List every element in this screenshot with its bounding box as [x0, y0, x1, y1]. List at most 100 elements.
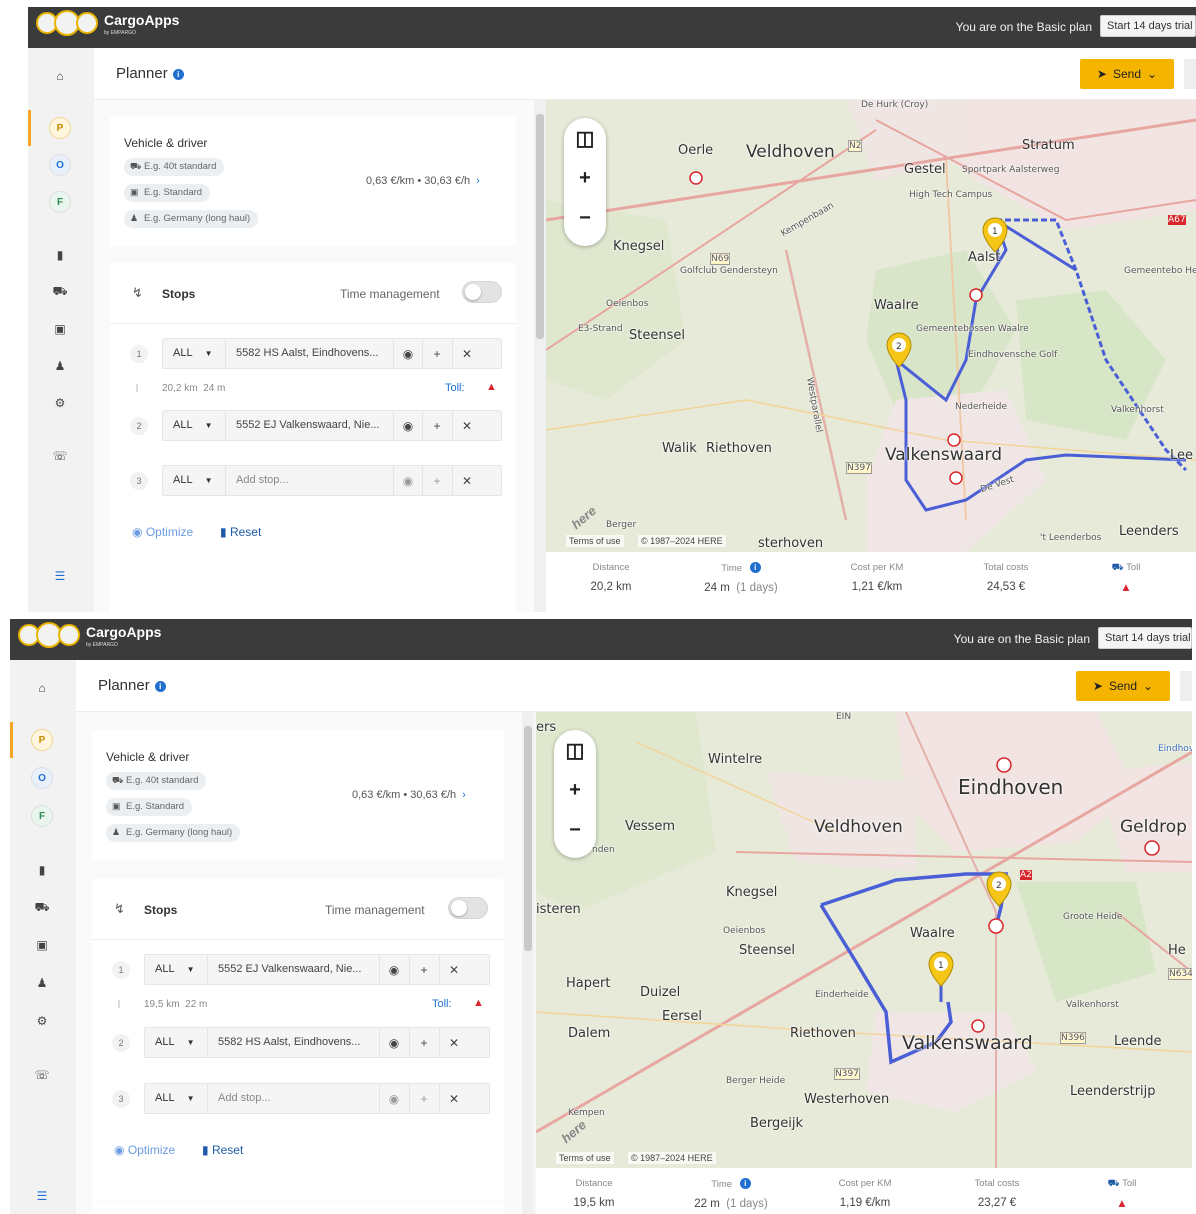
users-icon[interactable]: ♟: [48, 354, 72, 378]
info-icon[interactable]: i: [172, 69, 184, 80]
nav-fleet-circle[interactable]: F: [31, 805, 53, 827]
close-icon[interactable]: ✕: [439, 1084, 468, 1113]
nav-planner-circle[interactable]: P: [31, 729, 53, 751]
app-logo[interactable]: CargoApps by EMPARGO: [18, 622, 161, 648]
close-icon[interactable]: ✕: [452, 339, 481, 368]
expand-icon[interactable]: ☰: [48, 564, 72, 588]
stop-type-select[interactable]: ALL ▼: [173, 347, 213, 359]
home-icon[interactable]: ⌂: [30, 676, 54, 700]
add-stop-input[interactable]: Add stop...: [207, 1084, 375, 1113]
stop-address-input[interactable]: 5582 HS Aalst, Eindhovens...: [207, 1028, 375, 1057]
trailer-icon[interactable]: ▣: [48, 317, 72, 341]
stop-type-select[interactable]: ALL ▼: [173, 419, 213, 431]
layers-icon[interactable]: ◫: [564, 118, 606, 158]
close-icon[interactable]: ✕: [439, 1028, 468, 1057]
stop-type-select[interactable]: ALL ▼: [155, 1092, 195, 1104]
stop-row: ALL ▼ 5582 HS Aalst, Eindhovens... ◉ + ✕: [162, 338, 502, 369]
bookmark-icon[interactable]: ▮: [48, 243, 72, 267]
more-button[interactable]: [1180, 671, 1192, 701]
close-icon[interactable]: ✕: [439, 955, 468, 984]
home-icon[interactable]: ⌂: [48, 64, 72, 88]
trailer-chip[interactable]: ▣ E.g. Standard: [124, 184, 211, 202]
plus-icon[interactable]: +: [409, 1028, 438, 1057]
trailer-icon[interactable]: ▣: [30, 933, 54, 957]
pin-icon[interactable]: ◉: [379, 955, 408, 984]
gear-icon[interactable]: ⚙: [30, 1009, 54, 1033]
vehicle-chip[interactable]: ⛟ E.g. 40t standard: [124, 158, 225, 176]
nav-orders-circle[interactable]: O: [31, 767, 53, 789]
rate-summary[interactable]: 0,63 €/km • 30,63 €/h ›: [366, 175, 480, 187]
route-map[interactable]: 2 1 ◫ + − ers EIN Wintelre Eindhoven Ein…: [536, 712, 1192, 1168]
gear-icon[interactable]: ⚙: [48, 391, 72, 415]
start-trial-button[interactable]: Start 14 days trial: [1100, 15, 1196, 37]
close-icon[interactable]: ✕: [452, 411, 481, 440]
send-button[interactable]: ➤ Send ⌄: [1076, 671, 1170, 701]
app-logo[interactable]: CargoApps by EMPARGO: [36, 10, 179, 36]
send-button[interactable]: ➤ Send ⌄: [1080, 59, 1174, 89]
info-icon[interactable]: i: [739, 1178, 751, 1189]
pin-icon[interactable]: ◉: [379, 1028, 408, 1057]
driver-chip[interactable]: ♟ E.g. Germany (long haul): [106, 824, 241, 842]
time-management-toggle[interactable]: [462, 281, 502, 303]
pin-icon[interactable]: ◉: [393, 411, 422, 440]
panel-scrollbar[interactable]: [522, 712, 534, 1214]
plus-icon[interactable]: +: [422, 466, 451, 495]
toll-link[interactable]: Toll:: [432, 998, 452, 1010]
headset-icon[interactable]: ☏: [48, 444, 72, 468]
stop-address-input[interactable]: 5552 EJ Valkenswaard, Nie...: [225, 411, 393, 440]
nav-planner-circle[interactable]: P: [49, 117, 71, 139]
pin-icon[interactable]: ◉: [379, 1084, 408, 1113]
plus-icon[interactable]: +: [409, 955, 438, 984]
vehicle-driver-card[interactable]: Vehicle & driver ⛟ E.g. 40t standard ▣ E.g…: [110, 116, 516, 246]
truck-icon[interactable]: ⛟: [48, 280, 72, 304]
stop-type-select[interactable]: ALL ▼: [173, 474, 213, 486]
stop-type-select[interactable]: ALL ▼: [155, 963, 195, 975]
headset-icon[interactable]: ☏: [30, 1063, 54, 1087]
page-title: Planner i: [116, 65, 184, 82]
close-icon[interactable]: ✕: [452, 466, 481, 495]
zoom-in-button[interactable]: +: [564, 158, 606, 198]
optimize-button[interactable]: ◉ Optimize: [132, 525, 193, 539]
layers-icon[interactable]: ◫: [554, 730, 596, 770]
plus-icon[interactable]: +: [422, 411, 451, 440]
nav-fleet-circle[interactable]: F: [49, 191, 71, 213]
driver-chip[interactable]: ♟ E.g. Germany (long haul): [124, 210, 259, 228]
truck-icon[interactable]: ⛟: [30, 896, 54, 920]
stop-address-input[interactable]: 5552 EJ Valkenswaard, Nie...: [207, 955, 375, 984]
zoom-out-button[interactable]: −: [554, 810, 596, 850]
trailer-chip[interactable]: ▣ E.g. Standard: [106, 798, 193, 816]
plus-icon[interactable]: +: [409, 1084, 438, 1113]
pin-icon[interactable]: ◉: [393, 339, 422, 368]
bookmark-icon[interactable]: ▮: [30, 858, 54, 882]
page-title-text: Planner: [116, 65, 168, 82]
time-management-toggle[interactable]: [448, 897, 488, 919]
info-icon[interactable]: i: [749, 562, 761, 573]
reset-button[interactable]: ▮ Reset: [220, 525, 261, 539]
nav-orders-circle[interactable]: O: [49, 154, 71, 176]
panel-scrollbar[interactable]: [534, 100, 546, 612]
stop-address-input[interactable]: 5582 HS Aalst, Eindhovens...: [225, 339, 393, 368]
more-button[interactable]: [1184, 59, 1196, 89]
vehicle-chip[interactable]: ⛟ E.g. 40t standard: [106, 772, 207, 790]
terms-link[interactable]: Terms of use: [566, 535, 624, 547]
rate-summary[interactable]: 0,63 €/km • 30,63 €/h ›: [352, 789, 466, 801]
stat-label: Total costs: [974, 1178, 1020, 1189]
add-stop-input[interactable]: Add stop...: [225, 466, 393, 495]
optimize-button[interactable]: ◉ Optimize: [114, 1143, 175, 1157]
zoom-in-button[interactable]: +: [554, 770, 596, 810]
route-map[interactable]: 1 2 ◫ + − De Hurk (Croy) Oerle Veldhoven…: [546, 100, 1196, 552]
scrollbar-thumb[interactable]: [536, 114, 544, 339]
plus-icon[interactable]: +: [422, 339, 451, 368]
toll-link[interactable]: Toll:: [445, 382, 465, 394]
info-icon[interactable]: i: [154, 681, 166, 692]
users-icon[interactable]: ♟: [30, 971, 54, 995]
stop-type-select[interactable]: ALL ▼: [155, 1036, 195, 1048]
scrollbar-thumb[interactable]: [524, 726, 532, 951]
pin-icon[interactable]: ◉: [393, 466, 422, 495]
reset-button[interactable]: ▮ Reset: [202, 1143, 243, 1157]
zoom-out-button[interactable]: −: [564, 198, 606, 238]
start-trial-button[interactable]: Start 14 days trial: [1098, 627, 1192, 649]
expand-icon[interactable]: ☰: [30, 1184, 54, 1208]
vehicle-driver-card[interactable]: Vehicle & driver ⛟ E.g. 40t standard ▣ E.g…: [92, 730, 504, 860]
terms-link[interactable]: Terms of use: [556, 1152, 614, 1164]
